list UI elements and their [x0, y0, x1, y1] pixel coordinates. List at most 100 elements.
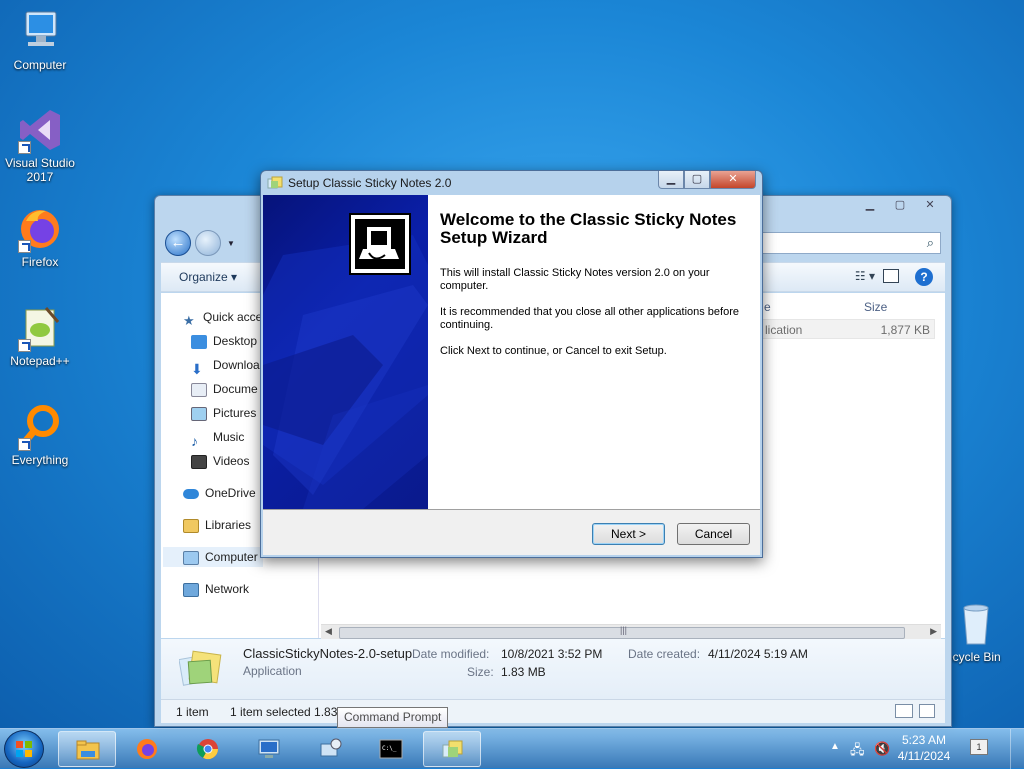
firefox-icon: [137, 739, 157, 759]
welcome-pane: Welcome to the Classic Sticky Notes Setu…: [428, 195, 760, 509]
change-view-icon[interactable]: ☷ ▾: [855, 269, 875, 283]
desktop-icon-recycle-bin[interactable]: ecycle Bin: [946, 600, 1024, 664]
nav-item-desktop[interactable]: Desktop: [191, 331, 257, 351]
taskbar-network-tool[interactable]: [301, 731, 359, 767]
scroll-left-icon[interactable]: ◀: [325, 626, 332, 637]
onedrive-icon: [183, 488, 199, 499]
svg-text:C:\_: C:\_: [382, 745, 397, 752]
minimize-button[interactable]: ▁: [855, 197, 885, 215]
nav-item-computer[interactable]: Computer: [163, 547, 263, 567]
action-center-icon[interactable]: 1: [970, 739, 988, 755]
cancel-button[interactable]: Cancel: [677, 523, 750, 545]
desktop-icon-label: Visual Studio 2017: [5, 156, 75, 184]
remote-desktop-icon: [258, 739, 280, 758]
nav-item-libraries[interactable]: Libraries: [183, 515, 251, 535]
recycle-bin-icon: [952, 600, 1000, 648]
horizontal-scrollbar[interactable]: ◀ ||| ▶: [321, 624, 941, 640]
nav-item-pictures[interactable]: Pictures: [191, 403, 256, 423]
desktop-folder-icon: [191, 334, 207, 349]
dialog-maximize-button[interactable]: ▢: [684, 171, 710, 189]
details-view-icon[interactable]: [895, 704, 913, 718]
desktop-icon-notepadpp[interactable]: Notepad++: [1, 304, 79, 368]
taskbar-setup[interactable]: [423, 731, 481, 767]
nav-item-onedrive[interactable]: OneDrive: [183, 483, 256, 503]
details-date-created: 4/11/2024 5:19 AM: [708, 647, 808, 661]
nav-item-quick-access[interactable]: ★ Quick acce: [183, 307, 262, 327]
clock[interactable]: 5:23 AM 4/11/2024: [892, 732, 956, 764]
desktop-icon-label: Computer: [13, 58, 67, 72]
visual-studio-icon: [16, 106, 64, 154]
details-file-name: ClassicStickyNotes-2.0-setup: [243, 646, 413, 661]
setup-file-icon: [178, 647, 223, 687]
column-type[interactable]: e: [764, 300, 771, 314]
organize-button[interactable]: Organize ▾: [179, 270, 237, 284]
scrollbar-thumb[interactable]: |||: [339, 625, 905, 639]
nav-item-network[interactable]: Network: [183, 579, 249, 599]
taskbar-tooltip: Command Prompt: [337, 707, 449, 728]
back-button[interactable]: ←: [165, 230, 191, 256]
file-explorer-icon: [76, 740, 100, 760]
nav-item-downloads[interactable]: ⬇ Downloa: [191, 355, 260, 375]
shortcut-arrow-icon: [18, 240, 31, 253]
installer-logo-icon: [349, 213, 411, 275]
network-icon: [183, 582, 199, 597]
notepadpp-icon: [16, 304, 64, 352]
taskbar-file-explorer[interactable]: [58, 731, 116, 767]
search-icon: ⌕: [926, 235, 934, 250]
start-button[interactable]: [4, 730, 44, 768]
close-button[interactable]: ✕: [915, 197, 945, 215]
status-bar: 1 item 1 item selected 1.83 MB: [161, 699, 945, 723]
desktop-icon-visual-studio[interactable]: Visual Studio 2017: [1, 106, 79, 184]
computer-icon: [16, 8, 64, 56]
recent-pages-dropdown-icon[interactable]: ▼: [227, 239, 235, 248]
network-status-icon[interactable]: 🖧: [850, 741, 865, 763]
system-tray: ▲ 🖧 🔇 5:23 AM 4/11/2024 1: [824, 729, 1024, 769]
large-icons-view-icon[interactable]: [919, 704, 935, 718]
dialog-minimize-button[interactable]: ▁: [658, 171, 684, 189]
welcome-paragraph-3: Click Next to continue, or Cancel to exi…: [440, 345, 667, 357]
taskbar-chrome[interactable]: [179, 731, 237, 767]
dialog-close-button[interactable]: ✕: [710, 171, 756, 189]
setup-dialog[interactable]: Setup Classic Sticky Notes 2.0 ▁ ▢ ✕ Wel…: [260, 170, 763, 558]
windows-logo-icon: [16, 741, 32, 757]
clock-date: 4/11/2024: [897, 749, 951, 763]
shortcut-arrow-icon: [18, 438, 31, 451]
network-tool-icon: [320, 738, 342, 757]
preview-pane-icon[interactable]: [883, 269, 899, 283]
next-button[interactable]: Next >: [592, 523, 665, 545]
volume-muted-icon[interactable]: 🔇: [874, 741, 890, 757]
nav-item-documents[interactable]: Docume: [191, 379, 258, 399]
setup-app-icon: [267, 176, 283, 190]
firefox-icon: [16, 205, 64, 253]
notification-count: 1: [976, 742, 982, 752]
scroll-right-icon[interactable]: ▶: [930, 626, 937, 637]
nav-label: Pictures: [213, 406, 257, 420]
nav-item-music[interactable]: ♪ Music: [191, 427, 244, 447]
dialog-content: Welcome to the Classic Sticky Notes Setu…: [263, 195, 760, 555]
pictures-icon: [191, 406, 207, 421]
nav-item-videos[interactable]: Videos: [191, 451, 249, 471]
column-size[interactable]: Size: [864, 300, 887, 314]
nav-label: Quick acce: [203, 310, 263, 324]
show-desktop-button[interactable]: [1010, 729, 1024, 769]
music-icon: ♪: [191, 432, 198, 447]
desktop-icon-everything[interactable]: Everything: [1, 403, 79, 467]
everything-icon: [16, 403, 64, 451]
desktop-icon-computer[interactable]: Computer: [1, 8, 79, 72]
desktop-icon-label: Firefox: [21, 255, 59, 269]
taskbar-command-prompt[interactable]: C:\_: [362, 731, 420, 767]
maximize-button[interactable]: ▢: [885, 197, 915, 215]
forward-button[interactable]: [195, 230, 221, 256]
desktop-icon-firefox[interactable]: Firefox: [1, 205, 79, 269]
taskbar-remote-desktop[interactable]: [240, 731, 298, 767]
search-input[interactable]: ⌕: [761, 232, 941, 254]
command-prompt-icon: C:\_: [379, 739, 403, 759]
nav-label: Desktop: [213, 334, 258, 348]
desktop-icon-label: Notepad++: [10, 354, 70, 368]
status-item-count: 1 item: [176, 705, 209, 719]
taskbar-firefox[interactable]: [118, 731, 176, 767]
help-icon[interactable]: ?: [915, 268, 933, 286]
details-date-modified-label: Date modified:: [412, 647, 490, 661]
show-hidden-icons-icon[interactable]: ▲: [830, 741, 840, 752]
dialog-separator: [263, 509, 760, 510]
